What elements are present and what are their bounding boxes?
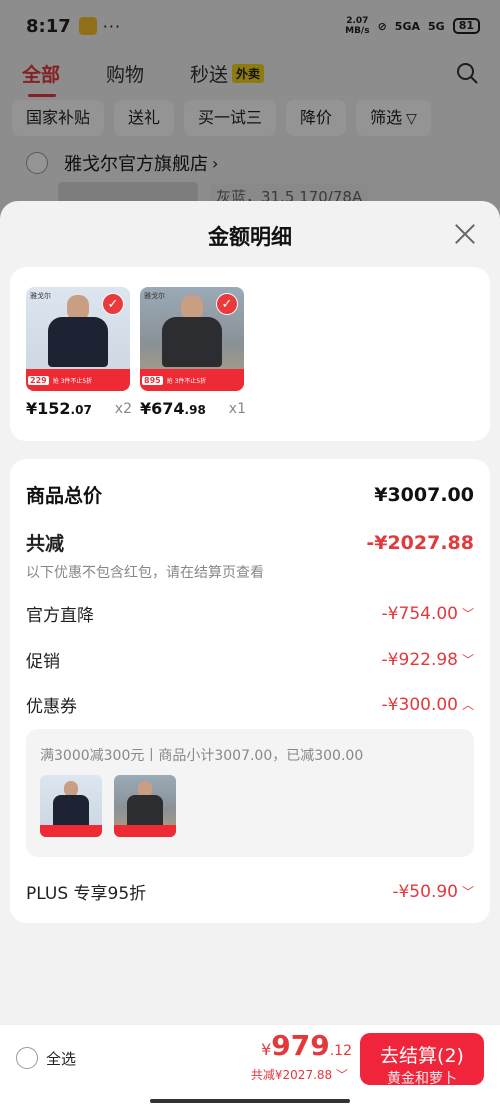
coupon-detail: 满3000减300元丨商品小计3007.00，已减300.00 — [26, 729, 474, 857]
product-item[interactable]: 雅戈尔 ✓ 229 抢 3件不止5折 ¥152.07 x2 — [26, 287, 132, 418]
promo-strip: 895 抢 3件不止5折 — [140, 369, 244, 391]
total-price-value: ¥3007.00 — [374, 483, 474, 506]
product-image: 雅戈尔 ✓ 229 抢 3件不止5折 — [26, 287, 130, 391]
select-all-radio[interactable] — [16, 1047, 38, 1069]
coupon-product-thumbnail — [40, 775, 102, 837]
product-price: ¥674.98 — [140, 399, 206, 418]
brand-logo: 雅戈尔 — [30, 292, 51, 300]
coupon-product-thumbnail — [114, 775, 176, 837]
checkout-bar: 全选 ¥979.12 共减¥2027.88 ﹀ 去结算(2) 黄金和萝卜 — [0, 1024, 500, 1091]
total-price-row: 商品总价 ¥3007.00 — [26, 483, 474, 508]
sheet-title: 金额明细 — [208, 225, 292, 249]
price-breakdown-card: 商品总价 ¥3007.00 共减 -¥2027.88 以下优惠不包含红包，请在结… — [10, 459, 490, 923]
chevron-up-icon: ︿ — [461, 698, 474, 712]
discount-note: 以下优惠不包含红包，请在结算页查看 — [26, 565, 264, 581]
brand-logo: 雅戈尔 — [144, 292, 165, 300]
system-nav-bar — [0, 1091, 500, 1111]
product-item[interactable]: 雅戈尔 ✓ 895 抢 3件不止5折 ¥674.98 x1 — [140, 287, 246, 418]
checkout-button[interactable]: 去结算(2) 黄金和萝卜 — [360, 1033, 484, 1085]
select-all-toggle[interactable]: 全选 — [16, 1047, 76, 1069]
plus-discount-row[interactable]: PLUS 专享95折 -¥50.90 ﹀ — [26, 879, 474, 905]
amount-detail-sheet: 金额明细 雅戈尔 ✓ 229 抢 3件不止5折 ¥152.07 x2 雅戈尔 ✓… — [0, 201, 500, 1111]
chevron-down-icon: ﹀ — [461, 885, 474, 899]
payable-total: ¥979.12 — [261, 1029, 352, 1062]
selected-products-card: 雅戈尔 ✓ 229 抢 3件不止5折 ¥152.07 x2 雅戈尔 ✓ 895 — [10, 267, 490, 441]
total-reduce-summary[interactable]: 共减¥2027.88 ﹀ — [251, 1066, 348, 1083]
product-price: ¥152.07 — [26, 399, 92, 418]
total-reduce-value: -¥2027.88 — [366, 531, 474, 554]
product-quantity: x2 — [114, 401, 132, 417]
official-discount-row[interactable]: 官方直降 -¥754.00 ﹀ — [26, 601, 474, 627]
check-icon: ✓ — [102, 293, 124, 315]
coupon-description: 满3000减300元丨商品小计3007.00，已减300.00 — [40, 748, 364, 764]
close-icon[interactable] — [450, 219, 480, 249]
chevron-down-icon: ﹀ — [461, 653, 474, 667]
home-indicator[interactable] — [150, 1099, 350, 1103]
chevron-down-icon: ﹀ — [461, 607, 474, 621]
promotion-row[interactable]: 促销 -¥922.98 ﹀ — [26, 647, 474, 673]
promo-strip: 229 抢 3件不止5折 — [26, 369, 130, 391]
total-reduce-row: 共减 -¥2027.88 — [26, 531, 474, 556]
product-quantity: x1 — [228, 401, 246, 417]
product-image: 雅戈尔 ✓ 895 抢 3件不止5折 — [140, 287, 244, 391]
check-icon: ✓ — [216, 293, 238, 315]
coupon-row[interactable]: 优惠券 -¥300.00 ︿ — [26, 692, 474, 718]
